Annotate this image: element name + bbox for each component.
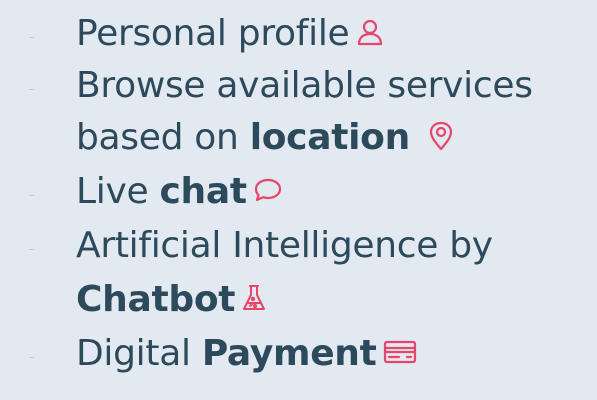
feature-text: Personal profile — [76, 10, 385, 58]
bullet-dash: - — [28, 76, 36, 100]
bullet-dash: - — [28, 236, 36, 260]
feature-label: Live — [76, 171, 160, 212]
feature-item-browse-services: - Browse available services — [0, 62, 597, 110]
feature-item-personal-profile: - Personal profile — [0, 10, 597, 58]
feature-list: - Personal profile - Browse available se… — [0, 0, 597, 400]
user-icon — [355, 17, 385, 47]
bullet-dash: - — [28, 182, 36, 206]
credit-card-icon — [383, 339, 417, 365]
feature-text: Digital Payment — [76, 330, 417, 378]
feature-text: Artificial Intelligence by — [76, 222, 493, 270]
location-pin-icon — [428, 121, 454, 151]
feature-label: Personal profile — [76, 13, 350, 54]
feature-label: Browse available services — [76, 65, 533, 106]
feature-emphasis: location — [249, 117, 411, 158]
feature-text: Live chat — [76, 168, 283, 216]
feature-label: based on — [76, 117, 250, 158]
feature-item-artificial-intelligence: - Artificial Intelligence by — [0, 222, 597, 270]
bullet-dash: - — [28, 24, 36, 48]
feature-label: Artificial Intelligence by — [76, 225, 493, 266]
feature-emphasis: Payment — [201, 333, 377, 374]
feature-text: Chatbot — [76, 276, 267, 324]
feature-item-chatbot-continuation: Chatbot — [0, 276, 597, 324]
feature-emphasis: Chatbot — [76, 279, 236, 320]
lab-flask-icon — [241, 283, 267, 313]
bullet-dash: - — [28, 344, 36, 368]
feature-label: Digital — [76, 333, 202, 374]
feature-item-digital-payment: - Digital Payment — [0, 330, 597, 378]
feature-item-live-chat: - Live chat — [0, 168, 597, 216]
feature-text: based on location — [76, 114, 454, 162]
feature-emphasis: chat — [159, 171, 247, 212]
feature-text: Browse available services — [76, 62, 533, 110]
chat-bubble-icon — [253, 177, 283, 203]
feature-item-location-continuation: based on location — [0, 114, 597, 162]
